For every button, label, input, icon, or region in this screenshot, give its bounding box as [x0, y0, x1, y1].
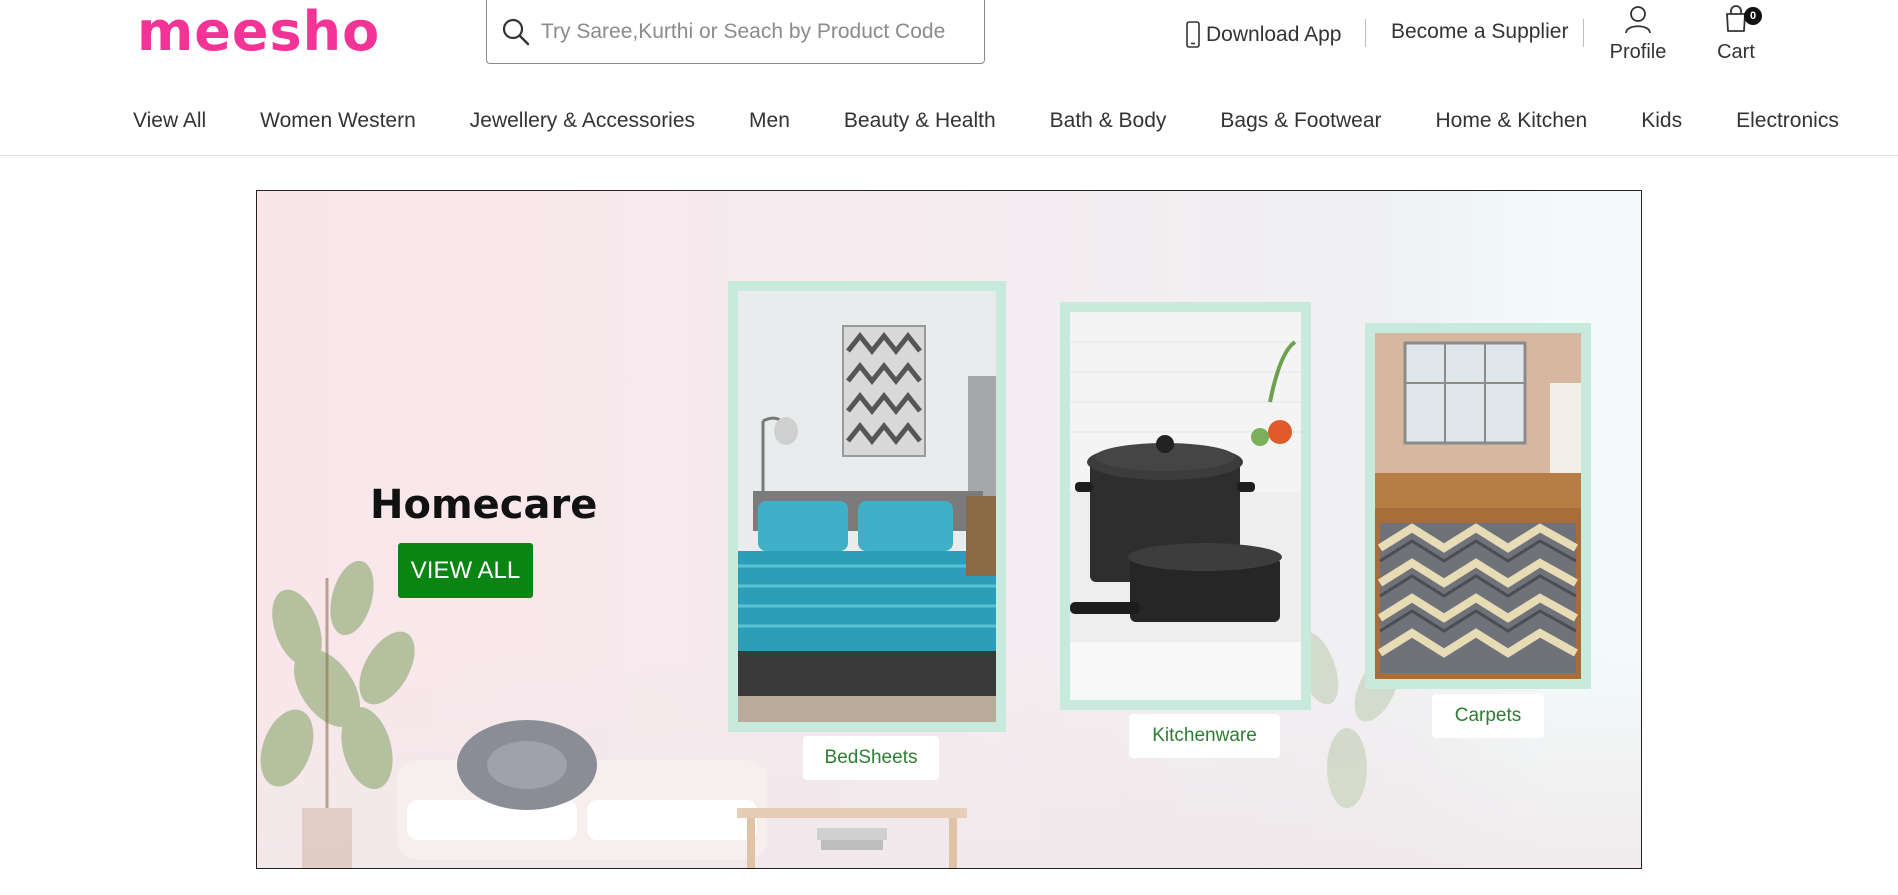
kitchenware-card[interactable] — [1060, 302, 1311, 710]
meesho-logo[interactable]: meesho — [137, 2, 380, 62]
nav-item-beauty-health[interactable]: Beauty & Health — [844, 109, 996, 133]
side-table-illustration — [737, 808, 967, 868]
category-chip-kitchenware[interactable]: Kitchenware — [1129, 714, 1280, 758]
profile-label: Profile — [1609, 41, 1667, 63]
homecare-banner: Homecare VIEW ALL BedSheets Kitchenware … — [256, 190, 1642, 869]
bedroom-image — [738, 291, 996, 722]
bedsheets-card[interactable] — [728, 281, 1006, 732]
sofa-illustration — [397, 720, 767, 860]
nav-item-women-western[interactable]: Women Western — [260, 109, 416, 133]
header-divider — [1365, 19, 1366, 47]
carpet-image — [1375, 333, 1581, 679]
nav-item-jewellery-accessories[interactable]: Jewellery & Accessories — [470, 109, 695, 133]
nav-item-electronics[interactable]: Electronics — [1736, 109, 1839, 133]
profile-button[interactable]: Profile — [1608, 4, 1668, 64]
nav-item-bags-footwear[interactable]: Bags & Footwear — [1220, 109, 1381, 133]
category-chip-carpets[interactable]: Carpets — [1432, 694, 1544, 738]
top-header: meesho Download App Become a Supplier Pr… — [0, 0, 1898, 88]
carpets-card[interactable] — [1365, 323, 1591, 689]
cart-count-badge: 0 — [1744, 7, 1762, 25]
category-nav: View All Women Western Jewellery & Acces… — [0, 87, 1898, 156]
nav-item-men[interactable]: Men — [749, 109, 790, 133]
search-icon — [502, 18, 530, 46]
cart-button[interactable]: 0 Cart — [1712, 4, 1762, 64]
download-app-label: Download App — [1206, 23, 1342, 46]
nav-item-kids[interactable]: Kids — [1641, 109, 1682, 133]
nav-item-view-all[interactable]: View All — [133, 109, 206, 133]
view-all-button[interactable]: VIEW ALL — [398, 543, 533, 598]
download-app-link[interactable]: Download App — [1183, 20, 1341, 50]
search-input[interactable] — [539, 13, 973, 51]
become-supplier-link[interactable]: Become a Supplier — [1391, 20, 1568, 44]
nav-item-home-kitchen[interactable]: Home & Kitchen — [1436, 109, 1588, 133]
cart-label: Cart — [1717, 41, 1755, 63]
nav-item-bath-body[interactable]: Bath & Body — [1050, 109, 1167, 133]
category-chip-bedsheets[interactable]: BedSheets — [803, 736, 939, 780]
cookware-image — [1070, 312, 1301, 700]
search-box[interactable] — [486, 0, 985, 64]
user-icon — [1625, 6, 1651, 34]
banner-title: Homecare — [370, 482, 598, 528]
header-divider — [1583, 19, 1584, 47]
mobile-phone-icon — [1186, 21, 1200, 48]
